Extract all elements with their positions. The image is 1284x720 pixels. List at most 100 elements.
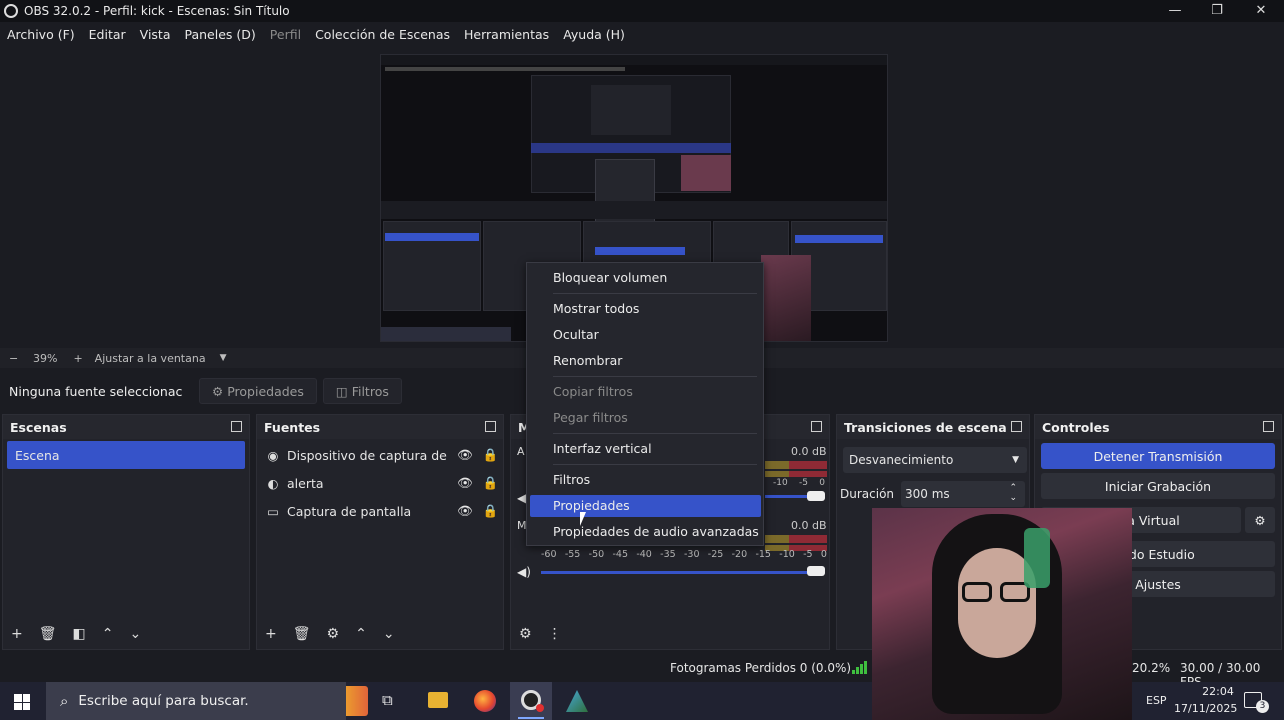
popout-icon[interactable] xyxy=(1011,421,1022,432)
meter-yellow xyxy=(765,471,789,477)
menu-item-renombrar[interactable]: Renombrar xyxy=(527,350,763,372)
source-item-label: Captura de pantalla xyxy=(287,503,412,519)
scene-item-label: Escena xyxy=(15,447,60,463)
meter-yellow xyxy=(765,535,789,543)
move-up-icon[interactable]: ⌃ xyxy=(355,626,367,642)
nested-webcam xyxy=(681,155,731,191)
mouse-cursor-icon xyxy=(580,512,586,526)
nested-webcam-large xyxy=(761,255,811,341)
popout-icon[interactable] xyxy=(231,421,242,432)
lock-icon[interactable]: 🔒 xyxy=(483,447,499,463)
add-icon[interactable]: + xyxy=(265,626,277,642)
start-recording-button[interactable]: Iniciar Grabación xyxy=(1041,473,1275,499)
eye-icon[interactable]: 👁 xyxy=(457,475,473,491)
filters-label: Filtros xyxy=(351,383,389,399)
zoom-out-button[interactable]: − xyxy=(9,352,23,365)
advanced-audio-icon[interactable]: ⚙ xyxy=(519,626,532,642)
language-indicator[interactable]: ESP xyxy=(1146,694,1167,707)
menu-ayuda[interactable]: Ayuda (H) xyxy=(563,27,625,42)
transitions-dock-title: Transiciones de escena xyxy=(844,419,1007,435)
chevron-down-icon[interactable]: ▼ xyxy=(220,353,227,363)
more-options-icon[interactable]: ⋮ xyxy=(548,626,562,642)
transition-select-value: Desvanecimiento xyxy=(849,453,954,467)
menu-herramientas[interactable]: Herramientas xyxy=(464,27,549,42)
source-item[interactable]: ◐ alerta 👁 🔒 xyxy=(257,469,503,497)
clock-date[interactable]: 17/11/2025 xyxy=(1174,702,1237,715)
maximize-button[interactable]: ❐ xyxy=(1196,0,1238,22)
menu-archivo[interactable]: Archivo (F) xyxy=(7,27,75,42)
menu-editar[interactable]: Editar xyxy=(89,27,126,42)
zoom-in-button[interactable]: + xyxy=(73,352,82,365)
move-up-icon[interactable]: ⌃ xyxy=(102,626,114,642)
nested-taskbar xyxy=(381,327,511,341)
add-icon[interactable]: + xyxy=(11,626,23,642)
duration-value: 300 ms xyxy=(905,487,950,501)
windows-start-icon[interactable] xyxy=(14,694,30,710)
volume-slider-handle[interactable] xyxy=(807,566,825,576)
fit-window-label[interactable]: Ajustar a la ventana xyxy=(95,352,206,365)
clock-time[interactable]: 22:04 xyxy=(1190,685,1246,698)
chevron-up-icon[interactable]: ⌃ xyxy=(1009,483,1017,493)
close-button[interactable]: ✕ xyxy=(1240,0,1282,22)
menu-item-filtros[interactable]: Filtros xyxy=(527,469,763,491)
controls-dock-title: Controles xyxy=(1042,419,1110,435)
gear-icon[interactable]: ⚙ xyxy=(1245,507,1275,533)
file-explorer-icon[interactable] xyxy=(428,692,448,708)
controls-dock-header: Controles xyxy=(1035,415,1281,439)
taskbar-search-box[interactable]: ⌕ Escribe aquí para buscar. xyxy=(46,682,346,720)
menu-coleccion-escenas[interactable]: Colección de Escenas xyxy=(315,27,450,42)
volume-slider-handle[interactable] xyxy=(807,491,825,501)
menu-perfil[interactable]: Perfil xyxy=(270,27,301,42)
chevron-down-icon[interactable]: ⌄ xyxy=(1009,493,1017,503)
lock-icon[interactable]: 🔒 xyxy=(483,475,499,491)
move-down-icon[interactable]: ⌄ xyxy=(129,626,141,642)
volume-slider-track[interactable] xyxy=(541,571,807,574)
volume-icon[interactable]: ◀) xyxy=(517,565,531,579)
firefox-icon[interactable] xyxy=(474,690,496,712)
lock-icon[interactable]: 🔒 xyxy=(483,503,499,519)
popout-icon[interactable] xyxy=(1263,421,1274,432)
source-item-label: Dispositivo de captura de vid xyxy=(287,447,451,463)
properties-button[interactable]: ⚙ Propiedades xyxy=(199,378,317,404)
sources-toolbar: + 🗑 ⚙ ⌃ ⌄ xyxy=(257,619,503,649)
popout-icon[interactable] xyxy=(485,421,496,432)
scene-item[interactable]: Escena xyxy=(7,441,245,469)
gear-icon[interactable]: ⚙ xyxy=(327,626,340,642)
scene-filter-icon[interactable]: ◧ xyxy=(73,626,86,642)
source-item[interactable]: ◉ Dispositivo de captura de vid 👁 🔒 xyxy=(257,441,503,469)
trash-icon[interactable]: 🗑 xyxy=(293,626,311,642)
signal-bars-icon xyxy=(852,661,867,674)
move-down-icon[interactable]: ⌄ xyxy=(383,626,395,642)
duration-spinbox[interactable]: 300 ms ⌃ ⌄ xyxy=(901,481,1025,507)
menu-item-propiedades-audio-avanzadas[interactable]: Propiedades de audio avanzadas xyxy=(527,521,763,543)
nested-titlebar xyxy=(381,55,887,65)
menu-item-interfaz-vertical[interactable]: Interfaz vertical xyxy=(527,438,763,460)
transitions-dock-header: Transiciones de escena xyxy=(837,415,1029,439)
minimize-button[interactable]: — xyxy=(1154,0,1196,22)
filters-button[interactable]: ◫ Filtros xyxy=(322,378,402,404)
camera-icon: ◉ xyxy=(267,447,279,463)
eye-icon[interactable]: 👁 xyxy=(457,447,473,463)
menu-item-ocultar[interactable]: Ocultar xyxy=(527,324,763,346)
menu-item-propiedades[interactable]: Propiedades xyxy=(530,495,761,517)
trash-icon[interactable]: 🗑 xyxy=(39,626,57,642)
filter-icon: ◫ xyxy=(335,383,348,399)
popout-icon[interactable] xyxy=(811,421,822,432)
source-item[interactable]: ▭ Captura de pantalla 👁 🔒 xyxy=(257,497,503,525)
menu-vista[interactable]: Vista xyxy=(140,27,171,42)
scenes-dock: Escenas Escena + 🗑 ◧ ⌃ ⌄ xyxy=(2,414,250,650)
transition-select[interactable]: Desvanecimiento ▼ xyxy=(843,447,1027,473)
task-view-icon[interactable]: ⧉ xyxy=(382,691,393,709)
nested-stop-button xyxy=(795,235,883,243)
menu-item-bloquear-volumen[interactable]: Bloquear volumen xyxy=(527,267,763,289)
active-indicator xyxy=(518,717,544,719)
menu-item-mostrar-todos[interactable]: Mostrar todos xyxy=(527,298,763,320)
menu-paneles[interactable]: Paneles (D) xyxy=(185,27,256,42)
app-taskbar-icon[interactable] xyxy=(566,690,588,712)
mixer-track1-label: A xyxy=(517,445,525,458)
cpu-usage: 20.2% xyxy=(1132,661,1171,675)
obs-taskbar-button[interactable] xyxy=(510,682,552,720)
stop-stream-button[interactable]: Detener Transmisión xyxy=(1041,443,1275,469)
eye-icon[interactable]: 👁 xyxy=(457,503,473,519)
nested-sourcebar xyxy=(381,201,887,219)
